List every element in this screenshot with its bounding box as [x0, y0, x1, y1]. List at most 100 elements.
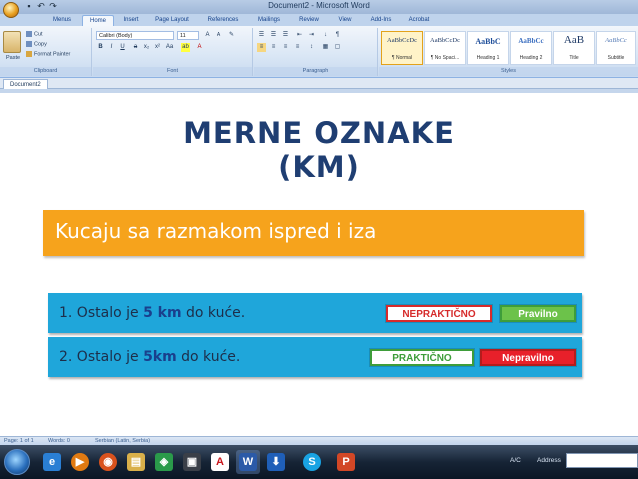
paste-icon[interactable] [3, 31, 21, 53]
font-color-icon[interactable]: A [195, 43, 204, 52]
font-group-label: Font [93, 67, 252, 76]
sort-icon[interactable]: ↓ [321, 31, 330, 40]
styles-group-label: Styles [379, 67, 638, 76]
document-tab-strip: Document2 [0, 78, 638, 89]
taskbar-skype-button[interactable]: S [300, 450, 324, 474]
tab-insert[interactable]: Insert [116, 15, 146, 26]
tab-add-ins[interactable]: Add-Ins [364, 15, 398, 26]
example-row-2: 2. Ostalo je 5km do kuće. PRAKTIČNO Nepr… [48, 337, 582, 377]
example-highlight: 5 km [143, 305, 182, 321]
style-sample: AaB [563, 34, 585, 46]
acrobat-icon: A [211, 453, 229, 471]
change-case-icon[interactable]: Aa [165, 43, 174, 52]
superscript-icon[interactable]: x² [153, 43, 162, 52]
style-heading-2[interactable]: AaBbCc Heading 2 [510, 31, 552, 65]
multilevel-list-icon[interactable]: ☰ [281, 31, 290, 40]
example-suffix: do kuće. [176, 349, 241, 365]
scissors-icon [26, 31, 32, 37]
show-marks-icon[interactable]: ¶ [333, 31, 342, 40]
style-sample: AaBbCcDc [387, 37, 417, 44]
underline-icon[interactable]: U [118, 43, 127, 52]
skype-icon: S [303, 453, 321, 471]
example-row-1: 1. Ostalo je 5 km do kuće. NEPRAKTIČNO P… [48, 293, 582, 333]
font-size-select[interactable]: 11 [177, 31, 199, 40]
taskbar-ie-button[interactable]: e [40, 450, 64, 474]
bold-icon[interactable]: B [96, 43, 105, 52]
subtitle-banner: Kucaju sa razmakom ispred i iza [43, 210, 584, 256]
tab-references[interactable]: References [200, 15, 246, 26]
style-sample: AaBbCc [518, 37, 544, 45]
clipboard-group-label: Clipboard [0, 67, 91, 76]
tab-acrobat[interactable]: Acrobat [402, 15, 436, 26]
numbering-icon[interactable]: ☰ [269, 31, 278, 40]
style-normal[interactable]: AaBbCcDc ¶ Normal [381, 31, 423, 65]
strikethrough-icon[interactable]: a [131, 43, 140, 52]
style-sample: AaBbCc [605, 37, 627, 44]
taskbar-firefox-button[interactable]: ◉ [96, 450, 120, 474]
style-name: Heading 1 [476, 55, 500, 61]
cut-button[interactable]: Cut [26, 31, 43, 37]
tray-indicator[interactable]: A/C [510, 457, 521, 464]
tab-mailings[interactable]: Mailings [250, 15, 288, 26]
brush-icon [26, 51, 32, 57]
tab-page-layout[interactable]: Page Layout [150, 15, 194, 26]
address-input[interactable] [566, 453, 638, 468]
taskbar-download-button[interactable]: ⬇ [264, 450, 288, 474]
style-title[interactable]: AaB Title [553, 31, 595, 65]
align-center-icon[interactable]: ≡ [269, 43, 278, 52]
taskbar-word-button[interactable]: W [236, 450, 260, 474]
style-name: Subtitle [607, 55, 625, 61]
subscript-icon[interactable]: x₂ [142, 43, 151, 52]
taskbar-acrobat-button[interactable]: A [208, 450, 232, 474]
title-line-2: (KM) [278, 150, 360, 184]
window-title: Document2 - Microsoft Word [268, 1, 370, 10]
address-label: Address [537, 457, 561, 464]
example-sentence: 1. Ostalo je 5 km do kuće. [59, 303, 245, 323]
taskbar-media-button[interactable]: ▶ [68, 450, 92, 474]
taskbar-app-button[interactable]: ▣ [180, 450, 204, 474]
impractical-tag: NEPRAKTIČNO [386, 305, 492, 322]
decrease-indent-icon[interactable]: ⇤ [295, 31, 304, 40]
style-no-spacing[interactable]: AaBbCcDc ¶ No Spaci... [424, 31, 466, 65]
style-sample: AaBbCcDc [430, 37, 460, 44]
tab-menus[interactable]: Menus [44, 15, 80, 26]
subtitle-text: Kucaju sa razmakom ispred i iza [55, 219, 377, 243]
grow-font-icon[interactable]: A [203, 31, 212, 40]
increase-indent-icon[interactable]: ⇥ [307, 31, 316, 40]
italic-icon[interactable]: I [107, 43, 116, 52]
format-painter-button[interactable]: Format Painter [26, 51, 70, 57]
example-sentence: 2. Ostalo je 5km do kuće. [59, 347, 240, 367]
taskbar-powerpoint-button[interactable]: P [334, 450, 358, 474]
shrink-font-icon[interactable]: A [214, 31, 223, 40]
bullets-icon[interactable]: ☰ [257, 31, 266, 40]
tab-review[interactable]: Review [292, 15, 326, 26]
shading-icon[interactable]: ▦ [321, 43, 330, 52]
font-name-select[interactable]: Calibri (Body) [96, 31, 174, 40]
start-button-icon[interactable] [4, 449, 30, 475]
practical-tag: PRAKTIČNO [370, 349, 474, 366]
borders-icon[interactable]: ▢ [333, 43, 342, 52]
tab-view[interactable]: View [330, 15, 360, 26]
tab-home[interactable]: Home [82, 15, 114, 26]
align-right-icon[interactable]: ≡ [281, 43, 290, 52]
office-button-icon[interactable] [3, 2, 19, 18]
example-prefix: 1. Ostalo je [59, 305, 144, 321]
copy-label: Copy [34, 41, 47, 48]
align-left-icon[interactable]: ≡ [257, 43, 266, 52]
document-tab[interactable]: Document2 [3, 79, 48, 89]
example-suffix: do kuće. [181, 305, 246, 321]
taskbar-media-center-button[interactable]: ◈ [152, 450, 176, 474]
line-spacing-icon[interactable]: ↕ [307, 43, 316, 52]
justify-icon[interactable]: ≡ [293, 43, 302, 52]
paste-button[interactable]: Paste [6, 55, 20, 61]
styles-group: AaBbCcDc ¶ Normal AaBbCcDc ¶ No Spaci...… [379, 28, 638, 76]
style-subtitle[interactable]: AaBbCc Subtitle [596, 31, 636, 65]
style-heading-1[interactable]: AaBbC Heading 1 [467, 31, 509, 65]
cut-label: Cut [34, 31, 43, 38]
copy-button[interactable]: Copy [26, 41, 47, 47]
firefox-icon: ◉ [99, 453, 117, 471]
clear-formatting-icon[interactable]: ✎ [227, 31, 236, 40]
taskbar-explorer-button[interactable]: ▤ [124, 450, 148, 474]
folder-icon: ▤ [127, 453, 145, 471]
highlight-icon[interactable]: ab [181, 43, 190, 52]
